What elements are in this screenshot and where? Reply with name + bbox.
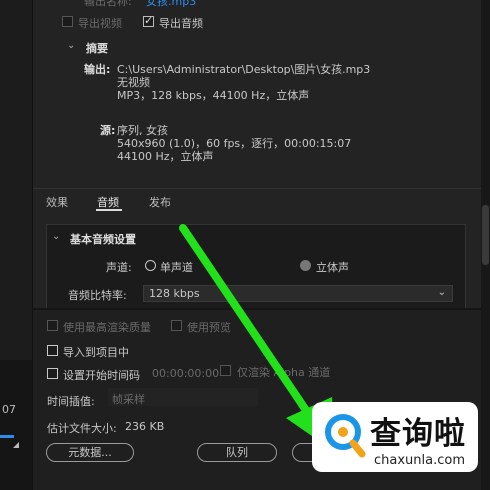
- time-interpolation-label: 时间插值:: [47, 395, 95, 408]
- export-audio-checkbox[interactable]: [143, 14, 154, 27]
- basic-audio-settings-title: 基本音频设置: [70, 233, 136, 246]
- search-magnifier-icon: [325, 414, 366, 458]
- left-timeline-area: [0, 360, 32, 490]
- set-start-timecode-checkbox[interactable]: [47, 368, 58, 379]
- channel-label: 声道:: [106, 261, 132, 274]
- chevron-down-icon: ⌄: [437, 287, 446, 298]
- tab-audio-underline: [96, 209, 122, 211]
- bitrate-select-value: 128 kbps: [149, 287, 200, 300]
- use-previews-checkbox[interactable]: [171, 320, 182, 331]
- set-start-timecode-label: 设置开始时间码: [63, 369, 140, 382]
- watermark-logo-url: chaxunla.com: [374, 453, 465, 468]
- summary-source-label: 源:: [100, 124, 116, 137]
- max-quality-checkbox[interactable]: [47, 320, 58, 331]
- summary-output-label: 输出:: [84, 63, 111, 76]
- left-corner-triangle-icon: [13, 442, 19, 448]
- start-timecode-value[interactable]: 00:00:00:00: [152, 367, 219, 380]
- scrollbar-thumb[interactable]: [482, 205, 489, 265]
- tab-audio[interactable]: 音频: [97, 194, 119, 210]
- summary-source-audio: 44100 Hz，立体声: [117, 150, 214, 163]
- export-video-checkbox[interactable]: [62, 16, 73, 27]
- bitrate-label: 音频比特率:: [68, 289, 127, 302]
- file-size-label: 估计文件大小:: [47, 422, 117, 435]
- mono-radio[interactable]: [145, 260, 156, 271]
- time-interpolation-value: 帧采样: [112, 393, 145, 406]
- tab-effects[interactable]: 效果: [46, 194, 68, 210]
- file-size-value: 236 KB: [125, 420, 165, 433]
- mono-label: 单声道: [160, 261, 193, 274]
- summary-output-path: C:\Users\Administrator\Desktop\图片\女孩.mp3: [117, 63, 371, 76]
- queue-button[interactable]: 队列: [197, 443, 277, 462]
- summary-collapse-chevron-icon[interactable]: ⌄: [67, 40, 75, 51]
- summary-output-audio: MP3，128 kbps，44100 Hz，立体声: [117, 89, 310, 102]
- stereo-radio[interactable]: [300, 260, 311, 271]
- max-quality-label: 使用最高渲染质量: [63, 321, 151, 334]
- bitrate-select[interactable]: 128 kbps ⌄: [143, 285, 453, 302]
- alpha-only-label: 仅渲染 Alpha 通道: [237, 366, 331, 379]
- output-name-link[interactable]: 女孩.mp3: [146, 0, 196, 9]
- left-playhead-bar: [0, 435, 14, 438]
- watermark-logo-text: 查询啦: [370, 416, 466, 452]
- summary-title: 摘要: [86, 42, 108, 55]
- metadata-button[interactable]: 元数据...: [46, 443, 134, 462]
- time-interpolation-select[interactable]: 帧采样: [108, 388, 258, 406]
- output-name-label: 输出名称:: [84, 0, 132, 8]
- tab-publish[interactable]: 发布: [149, 194, 171, 210]
- audio-collapse-chevron-icon[interactable]: ⌄: [52, 231, 60, 242]
- alpha-only-checkbox[interactable]: [220, 365, 231, 376]
- import-project-label: 导入到项目中: [63, 346, 129, 359]
- export-audio-label: 导出音频: [159, 17, 203, 30]
- stereo-label: 立体声: [316, 261, 349, 274]
- left-timecode-fragment: 07: [2, 403, 16, 416]
- export-video-label: 导出视频: [78, 17, 122, 30]
- import-project-checkbox[interactable]: [47, 345, 58, 356]
- use-previews-label: 使用预览: [187, 321, 231, 334]
